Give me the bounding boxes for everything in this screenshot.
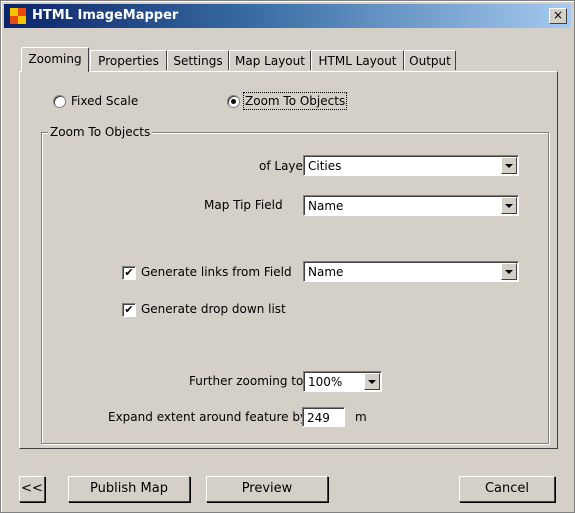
layer-select-value: Cities <box>308 159 342 173</box>
further-zoom-value: 100% <box>308 375 343 389</box>
zoom-to-objects-group <box>41 132 549 444</box>
chevron-down-icon[interactable] <box>501 157 517 174</box>
checkmark-icon: ✔ <box>124 266 134 279</box>
drop-down-list-checkbox[interactable]: ✔ <box>122 303 136 317</box>
close-icon[interactable]: × <box>549 8 567 24</box>
map-tip-select[interactable]: Name <box>303 195 519 216</box>
further-zoom-label: Further zooming to <box>189 374 304 388</box>
preview-button[interactable]: Preview <box>206 476 328 502</box>
chevron-down-icon[interactable] <box>501 263 517 280</box>
tab-html-layout[interactable]: HTML Layout <box>311 50 404 70</box>
dialog-window: HTML ImageMapper × Zooming Properties Se… <box>0 0 575 513</box>
checkmark-icon: ✔ <box>124 303 134 316</box>
tab-zooming-label: Zooming <box>28 52 82 66</box>
further-zoom-select[interactable]: 100% <box>303 371 382 392</box>
tab-settings[interactable]: Settings <box>167 50 229 70</box>
tab-map-layout-label: Map Layout <box>235 54 305 68</box>
cancel-button[interactable]: Cancel <box>459 476 555 502</box>
layer-select[interactable]: Cities <box>303 155 519 176</box>
expand-extent-unit: m <box>355 410 367 424</box>
drop-down-list-label[interactable]: Generate drop down list <box>141 302 286 316</box>
window-title: HTML ImageMapper <box>32 8 179 23</box>
tab-properties[interactable]: Properties <box>90 50 167 70</box>
fixed-scale-label[interactable]: Fixed Scale <box>71 94 138 108</box>
zoom-to-objects-radio[interactable] <box>227 95 240 108</box>
imagemapper-app-icon <box>10 8 26 24</box>
back-button[interactable]: << <box>19 476 45 502</box>
generate-links-field-value: Name <box>308 265 344 279</box>
zoom-to-objects-label[interactable]: Zoom To Objects <box>242 92 348 110</box>
expand-extent-label: Expand extent around feature by <box>108 410 308 424</box>
expand-extent-input[interactable]: 249 <box>302 407 345 427</box>
tab-output[interactable]: Output <box>404 50 456 70</box>
title-bar[interactable]: HTML ImageMapper <box>4 4 571 28</box>
generate-links-label[interactable]: Generate links from Field <box>141 265 292 279</box>
group-title: Zoom To Objects <box>48 125 153 139</box>
map-tip-select-value: Name <box>308 199 344 213</box>
chevron-down-icon[interactable] <box>501 197 517 214</box>
generate-links-checkbox[interactable]: ✔ <box>122 266 136 280</box>
tab-zooming[interactable]: Zooming <box>21 47 89 72</box>
radio-selected-dot <box>231 99 236 104</box>
tab-properties-label: Properties <box>98 54 159 68</box>
chevron-down-icon[interactable] <box>364 373 380 390</box>
fixed-scale-radio[interactable] <box>53 95 66 108</box>
tab-settings-label: Settings <box>173 54 223 68</box>
tab-html-layout-label: HTML Layout <box>318 54 397 68</box>
publish-map-button[interactable]: Publish Map <box>68 476 190 502</box>
map-tip-label: Map Tip Field <box>204 198 283 212</box>
tab-output-label: Output <box>409 54 451 68</box>
generate-links-field-select[interactable]: Name <box>303 261 519 282</box>
tab-map-layout[interactable]: Map Layout <box>229 50 311 70</box>
layer-label: of Layer <box>259 159 308 173</box>
